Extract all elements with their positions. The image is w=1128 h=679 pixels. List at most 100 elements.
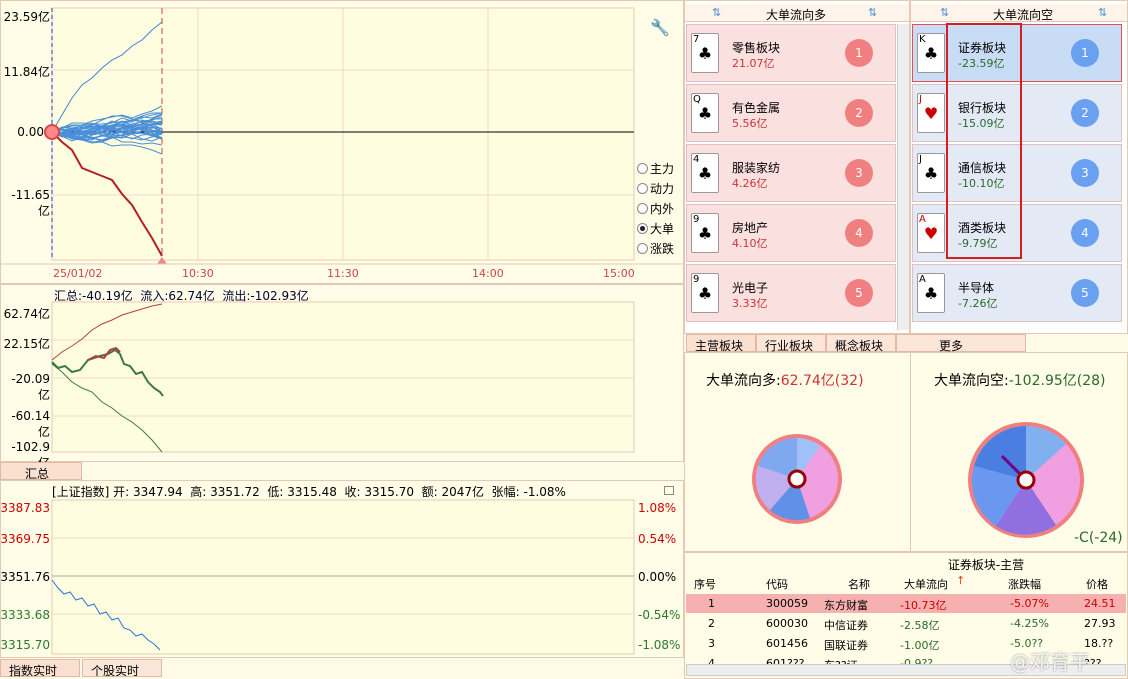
index-y-left: 3351.76	[0, 570, 50, 584]
flow-y-tick: 22.15亿	[3, 337, 50, 351]
rank-badge: 1	[1071, 39, 1099, 67]
card-suit-icon: ♣	[697, 44, 713, 63]
table-header-cell[interactable]: 序号	[694, 576, 716, 592]
card-suit-icon: ♥	[923, 224, 939, 243]
short-list-title: 大单流向空	[993, 8, 1054, 22]
main-y-tick: 11.84亿	[3, 65, 50, 79]
index-y-right: 0.00%	[638, 570, 677, 584]
collapse-icon[interactable]: ⇅	[940, 6, 949, 19]
radio-circle-icon[interactable]	[637, 223, 648, 234]
radio-circle-icon[interactable]	[637, 203, 648, 214]
card-suit-icon: ♣	[697, 164, 713, 183]
sector-name: 有色金属	[732, 101, 781, 115]
card-suit-icon: ♣	[923, 164, 939, 183]
long-list-item[interactable]: 4 ♣ 服装家纺 4.26亿 3	[686, 144, 896, 202]
short-pie-title: 大单流向空:-102.95亿(28)	[934, 370, 1106, 390]
radio-label: 主力	[650, 162, 675, 176]
index-y-left: 3387.83	[0, 501, 50, 515]
main-x-tick: 11:30	[327, 267, 359, 280]
long-list-item[interactable]: 9 ♣ 房地产 4.10亿 4	[686, 204, 896, 262]
radio-3[interactable]: 大单	[637, 220, 674, 237]
main-x-tick: 10:30	[182, 267, 214, 280]
tab-stock-realtime[interactable]: 个股实时	[82, 659, 162, 678]
short-pie-chart	[968, 422, 1084, 538]
table-cell: -5.07%	[1010, 597, 1049, 610]
main-x-tick: 14:00	[472, 267, 504, 280]
table-header-cell[interactable]: 大单流向	[904, 576, 948, 592]
long-list-title: 大单流向多	[766, 8, 827, 22]
table-title: 证券板块-主营	[947, 558, 1025, 572]
tab-summary[interactable]: 汇总	[0, 462, 82, 481]
table-cell: -1.00亿	[900, 639, 940, 652]
sector-value: 4.26亿	[732, 177, 768, 190]
table-header-cell[interactable]: 名称	[848, 576, 870, 592]
tab-main-sector[interactable]: 主营板块	[686, 334, 756, 353]
card-suit-icon: ♣	[697, 284, 713, 303]
rank-badge: 2	[1071, 99, 1099, 127]
main-y-tick: 0.00	[17, 125, 44, 139]
radio-0[interactable]: 主力	[637, 160, 674, 177]
card-suit-icon: ♥	[923, 104, 939, 123]
sort-arrow-icon[interactable]: ↑	[956, 574, 965, 587]
watermark: @邓育平	[1010, 650, 1090, 674]
rank-badge: 3	[1071, 159, 1099, 187]
long-pie-chart	[752, 434, 842, 524]
index-y-left: 3369.75	[0, 532, 50, 546]
collapse-icon[interactable]: ⇅	[712, 6, 721, 19]
radio-label: 大单	[650, 222, 675, 236]
short-list-item[interactable]: A ♣ 半导体 -7.26亿 5	[912, 264, 1122, 322]
playing-card-icon: J ♥	[917, 93, 945, 133]
tab-industry-sector[interactable]: 行业板块	[756, 334, 826, 353]
radio-4[interactable]: 涨跌	[637, 240, 674, 257]
sector-name: 光电子	[732, 281, 769, 295]
table-cell: -2.58亿	[900, 619, 940, 632]
table-cell: 3	[708, 637, 715, 650]
long-pie-value: 62.74亿(32)	[780, 373, 864, 389]
rank-badge: 2	[845, 99, 873, 127]
sector-value: 3.33亿	[732, 297, 768, 310]
table-header-cell[interactable]: 代码	[766, 576, 788, 592]
table-header-cell[interactable]: 涨跌幅	[1008, 576, 1041, 592]
radio-circle-icon[interactable]	[637, 163, 648, 174]
highlight-box	[946, 23, 1022, 259]
tab-more[interactable]: 更多	[896, 334, 1026, 353]
radio-label: 内外	[650, 202, 675, 216]
rank-badge: 5	[1071, 279, 1099, 307]
table-cell: 27.93	[1084, 617, 1116, 630]
index-y-right: 0.54%	[638, 532, 677, 546]
long-list-item[interactable]: 9 ♣ 光电子 3.33亿 5	[686, 264, 896, 322]
long-list-item[interactable]: 7 ♣ 零售板块 21.07亿 1	[686, 24, 896, 82]
main-y-tick: 23.59亿	[3, 10, 50, 24]
sector-value: 21.07亿	[732, 57, 775, 70]
sector-name: 房地产	[732, 221, 769, 235]
playing-card-icon: K ♣	[917, 33, 945, 73]
rank-badge: 4	[1071, 219, 1099, 247]
index-chart	[51, 499, 635, 655]
playing-card-icon: 9 ♣	[691, 213, 719, 253]
rank-badge: 5	[845, 279, 873, 307]
flow-y-tick: -20.09亿	[11, 372, 50, 402]
main-x-tick: 15:00	[603, 267, 635, 280]
long-list-scrollbar[interactable]	[897, 24, 909, 330]
collapse-icon[interactable]: ⇅	[868, 6, 877, 19]
radio-1[interactable]: 动力	[637, 180, 674, 197]
table-cell: 1	[708, 597, 715, 610]
tab-index-realtime[interactable]: 指数实时	[0, 659, 80, 678]
radio-circle-icon[interactable]	[637, 243, 648, 254]
table-cell: 东方财富	[824, 599, 868, 612]
index-y-right: -0.54%	[638, 608, 681, 622]
radio-2[interactable]: 内外	[637, 200, 674, 217]
index-y-left: 3315.70	[0, 638, 50, 652]
table-header-cell[interactable]: 价格	[1086, 576, 1108, 592]
sector-name: 零售板块	[732, 41, 781, 55]
collapse-icon[interactable]: ⇅	[1098, 6, 1107, 19]
radio-circle-icon[interactable]	[637, 183, 648, 194]
playing-card-icon: 4 ♣	[691, 153, 719, 193]
long-list-item[interactable]: Q ♣ 有色金属 5.56亿 2	[686, 84, 896, 142]
main-x-tick: 25/01/02	[53, 267, 103, 280]
table-cell: 国联证券	[824, 639, 868, 652]
tab-concept-sector[interactable]: 概念板块	[826, 334, 896, 353]
table-cell: -10.73亿	[900, 599, 947, 612]
wrench-icon[interactable]: 🔧	[650, 18, 670, 38]
short-pie-label: 大单流向空:	[934, 373, 1009, 389]
